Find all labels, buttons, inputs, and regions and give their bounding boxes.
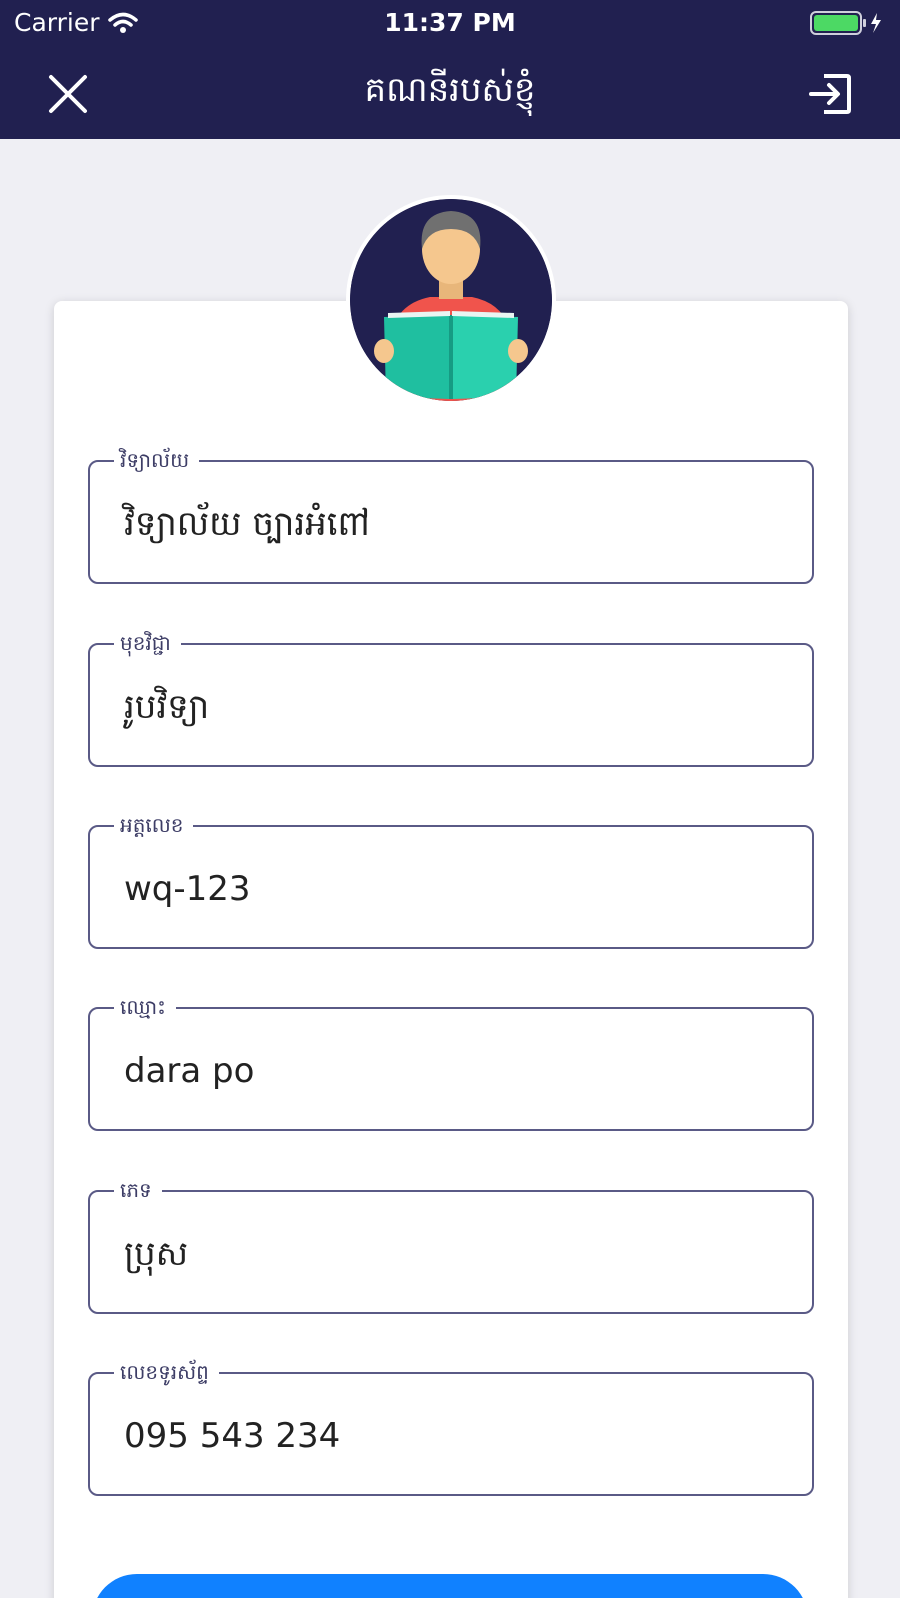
reader-avatar-icon	[350, 199, 552, 401]
submit-button[interactable]	[92, 1574, 808, 1598]
close-icon	[49, 75, 87, 113]
name-field[interactable]: ឈ្មោះ dara po	[88, 994, 814, 1131]
profile-avatar	[346, 195, 556, 405]
status-time: 11:37 PM	[384, 8, 516, 37]
gender-field-label: ភេទ	[114, 1177, 162, 1203]
school-field-label: វិទ្យាល័យ	[114, 447, 200, 473]
student-id-field-value: wq-123	[124, 869, 251, 909]
student-id-field[interactable]: អត្តលេខ wq-123	[88, 812, 814, 949]
name-field-label: ឈ្មោះ	[114, 994, 176, 1020]
gender-field[interactable]: ភេទ ប្រុស	[88, 1177, 814, 1314]
subject-field-value: រូបវិទ្យា	[124, 687, 210, 727]
navigation-bar: គណនីរបស់ខ្ញុំ	[0, 46, 900, 139]
subject-field-label: មុខវិជ្ជា	[114, 630, 181, 656]
status-bar: Carrier 11:37 PM	[0, 0, 900, 46]
gender-field-value: ប្រុស	[124, 1234, 189, 1274]
page-title: គណនីរបស់ខ្ញុំ	[364, 70, 536, 110]
logout-button[interactable]	[802, 66, 858, 122]
name-field-value: dara po	[124, 1051, 255, 1091]
student-id-field-label: អត្តលេខ	[114, 812, 194, 838]
subject-field[interactable]: មុខវិជ្ជា រូបវិទ្យា	[88, 630, 814, 767]
app-header: Carrier 11:37 PM គណនីរបស់ខ្ញុំ	[0, 0, 900, 139]
phone-field-label: លេខទូរស័ព្ទ	[114, 1359, 219, 1385]
logout-icon	[809, 74, 851, 114]
battery-charging-icon	[810, 10, 884, 36]
phone-field-value: 095 543 234	[124, 1416, 341, 1456]
school-field[interactable]: វិទ្យាល័យ វិទ្យាល័យ ច្បារអំពៅ	[88, 447, 814, 584]
close-button[interactable]	[40, 66, 96, 122]
phone-field[interactable]: លេខទូរស័ព្ទ 095 543 234	[88, 1359, 814, 1496]
school-field-value: វិទ្យាល័យ ច្បារអំពៅ	[124, 504, 370, 544]
